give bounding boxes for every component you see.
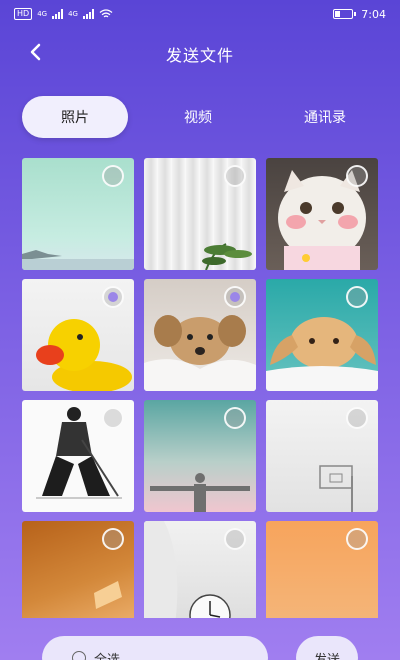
select-checkbox[interactable] (224, 528, 246, 550)
photo-item-samurai-sketch[interactable] (22, 400, 134, 512)
tab-photos[interactable]: 照片 (22, 96, 128, 138)
header: 发送文件 (0, 34, 400, 70)
battery-cap (354, 12, 357, 16)
battery-icon (333, 9, 354, 19)
send-button[interactable]: 发送 (296, 636, 358, 660)
clock-time: 7:04 (361, 7, 386, 21)
photo-grid (22, 158, 380, 618)
network-label-1: 4G (37, 10, 48, 18)
tab-bar: 照片 视频 通讯录 (22, 96, 382, 138)
tab-contacts[interactable]: 通讯录 (280, 96, 370, 138)
page-title: 发送文件 (165, 46, 234, 65)
select-checkbox[interactable] (346, 528, 368, 550)
wifi-icon (99, 9, 113, 18)
photo-item-beach[interactable] (22, 158, 134, 270)
select-checkbox[interactable] (224, 165, 246, 187)
select-checkbox[interactable] (102, 286, 124, 308)
photo-item-rubber-duck[interactable] (22, 279, 134, 391)
photo-item-christ-statue[interactable] (144, 400, 256, 512)
select-checkbox[interactable] (102, 528, 124, 550)
select-checkbox[interactable] (346, 407, 368, 429)
photo-item-white-cat[interactable] (266, 158, 378, 270)
network-label-2: 4G (68, 10, 78, 18)
select-checkbox[interactable] (224, 286, 246, 308)
select-checkbox[interactable] (346, 165, 368, 187)
select-all-button[interactable]: 全选 (42, 636, 268, 660)
photo-item-orange-gradient[interactable] (266, 521, 378, 618)
status-bar: HD 4G 4G 7:04 (0, 0, 400, 28)
select-checkbox[interactable] (346, 286, 368, 308)
photo-item-sunset-wall[interactable] (22, 521, 134, 618)
bottom-bar: 全选 发送 (0, 634, 400, 660)
hd-badge: HD (14, 8, 33, 20)
select-checkbox[interactable] (224, 407, 246, 429)
photo-item-clock[interactable] (144, 521, 256, 618)
photo-item-rabbit[interactable] (266, 279, 378, 391)
signal-icon (52, 9, 64, 19)
status-left: HD 4G 4G (14, 8, 113, 20)
select-all-label: 全选 (94, 652, 121, 660)
signal-icon-2 (82, 9, 94, 19)
photo-item-basketball-hoop[interactable] (266, 400, 378, 512)
photo-item-puppy[interactable] (144, 279, 256, 391)
status-right: 7:04 (333, 8, 386, 21)
select-checkbox[interactable] (102, 165, 124, 187)
select-all-radio (72, 651, 86, 660)
tab-videos[interactable]: 视频 (148, 96, 248, 138)
photo-item-curtain[interactable] (144, 158, 256, 270)
select-checkbox[interactable] (102, 407, 124, 429)
